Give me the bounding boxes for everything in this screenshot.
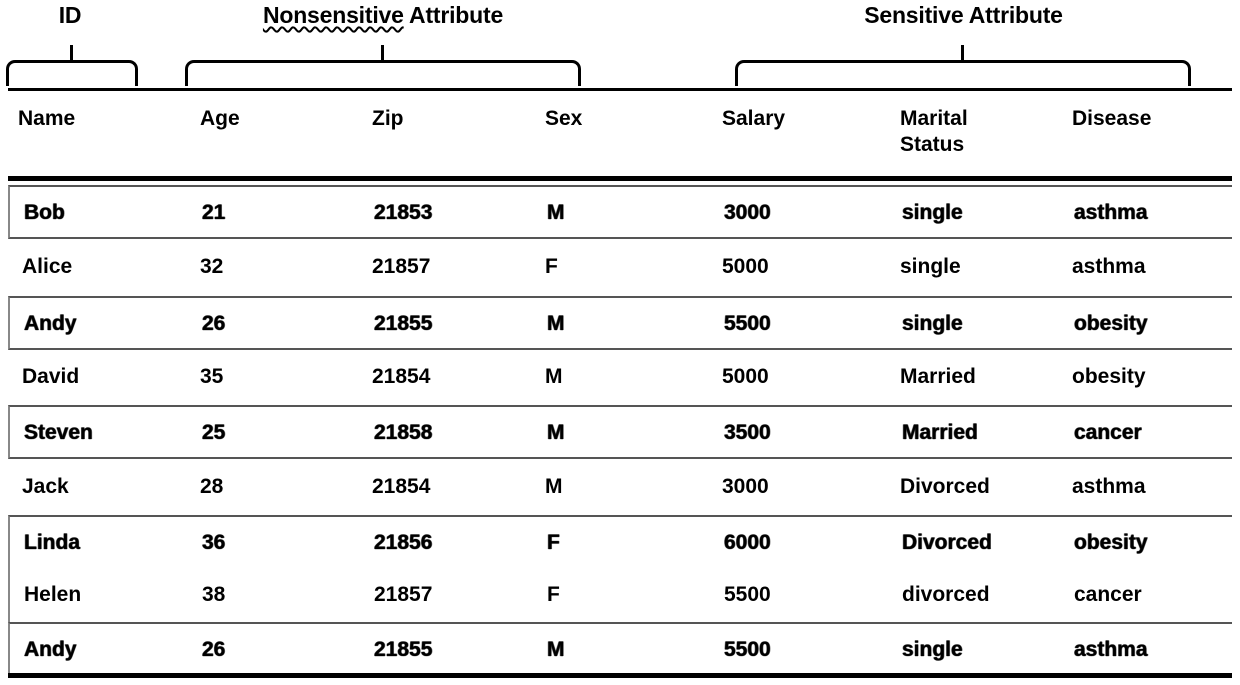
column-header-age: Age — [200, 107, 240, 130]
brace-id — [6, 60, 138, 86]
column-header-salary: Salary — [722, 107, 786, 130]
cell-sex: F — [545, 255, 558, 278]
cell-sex: F — [547, 531, 560, 554]
cell-zip: 21855 — [374, 638, 433, 661]
cell-age: 26 — [202, 312, 226, 335]
table-row[interactable]: Andy 26 21855 M 5500 single obesity — [8, 296, 1232, 350]
cell-salary: 5000 — [722, 255, 769, 278]
table-row[interactable]: David 35 21854 M 5000 Married obesity — [8, 351, 1232, 405]
cell-age: 32 — [200, 255, 224, 278]
cell-salary: 5500 — [724, 638, 771, 661]
cell-marital: divorced — [902, 583, 990, 606]
brace-sensitive — [735, 60, 1191, 86]
column-header-zip: Zip — [372, 107, 404, 130]
column-header-marital: Marital Status — [900, 107, 968, 156]
cell-disease: cancer — [1074, 421, 1142, 444]
group-label-sensitive-text: Sensitive Attribute — [864, 2, 1063, 28]
group-label-id-text: ID — [58, 2, 82, 28]
table-row[interactable]: Steven 25 21858 M 3500 Married cancer — [8, 405, 1232, 459]
table-row[interactable]: Alice 32 21857 F 5000 single asthma — [8, 241, 1232, 295]
cell-salary: 5000 — [722, 365, 769, 388]
table-row[interactable]: Bob 21 21853 M 3000 single asthma — [8, 185, 1232, 239]
cell-disease: obesity — [1072, 365, 1146, 388]
cell-sex: M — [547, 638, 565, 661]
cell-salary: 5500 — [724, 583, 771, 606]
cell-disease: cancer — [1074, 583, 1142, 606]
cell-sex: M — [545, 475, 563, 498]
cell-marital: Divorced — [902, 531, 992, 554]
cell-name: Andy — [24, 638, 77, 661]
cell-marital: single — [902, 201, 963, 224]
anonymization-table-figure: ID Nonsensitive Attribute Sensitive Attr… — [0, 0, 1240, 685]
column-header-sex: Sex — [545, 107, 583, 130]
column-header-disease: Disease — [1072, 107, 1152, 130]
table-row[interactable]: Linda 36 21856 F 6000 Divorced obesity — [8, 515, 1232, 569]
brace-nonsensitive — [185, 60, 581, 86]
group-label-nonsensitive: Nonsensitive Attribute — [183, 4, 583, 27]
cell-sex: M — [547, 421, 565, 444]
cell-name: Jack — [22, 475, 69, 498]
cell-marital: Married — [902, 421, 978, 444]
brace-tick-nonsensitive — [381, 45, 384, 62]
cell-age: 35 — [200, 365, 224, 388]
cell-name: Andy — [24, 312, 77, 335]
cell-age: 21 — [202, 201, 226, 224]
cell-name: Linda — [24, 531, 80, 554]
table-row[interactable]: Helen 38 21857 F 5500 divorced cancer — [8, 569, 1232, 623]
cell-salary: 6000 — [724, 531, 771, 554]
rule-below-header — [8, 176, 1232, 181]
cell-age: 28 — [200, 475, 224, 498]
cell-name: Helen — [24, 583, 82, 606]
cell-marital: Divorced — [900, 475, 990, 498]
cell-sex: M — [547, 312, 565, 335]
cell-zip: 21853 — [374, 201, 433, 224]
cell-marital: single — [900, 255, 961, 278]
cell-salary: 3000 — [722, 475, 769, 498]
table-row[interactable]: Andy 26 21855 M 5500 single asthma — [8, 622, 1232, 676]
cell-marital: Married — [900, 365, 976, 388]
cell-marital: single — [902, 638, 963, 661]
cell-zip: 21854 — [372, 365, 431, 388]
cell-age: 26 — [202, 638, 226, 661]
table-row[interactable]: Jack 28 21854 M 3000 Divorced asthma — [8, 461, 1232, 515]
group-label-nonsensitive-rest: Attribute — [403, 2, 504, 28]
cell-marital: single — [902, 312, 963, 335]
cell-zip: 21858 — [374, 421, 433, 444]
cell-name: Bob — [24, 201, 65, 224]
column-header-name: Name — [18, 107, 76, 130]
cell-salary: 3000 — [724, 201, 771, 224]
cell-zip: 21857 — [372, 255, 431, 278]
rule-table-bottom — [8, 673, 1232, 678]
cell-zip: 21855 — [374, 312, 433, 335]
cell-disease: asthma — [1072, 475, 1146, 498]
cell-name: David — [22, 365, 80, 388]
rule-under-braces — [8, 88, 1232, 91]
cell-salary: 5500 — [724, 312, 771, 335]
group-label-nonsensitive-underlined: Nonsensitive — [262, 2, 404, 28]
cell-zip: 21857 — [374, 583, 433, 606]
cell-name: Alice — [22, 255, 73, 278]
cell-age: 38 — [202, 583, 226, 606]
cell-sex: F — [547, 583, 560, 606]
cell-disease: asthma — [1074, 201, 1148, 224]
group-label-sensitive: Sensitive Attribute — [735, 4, 1192, 27]
cell-disease: obesity — [1074, 531, 1148, 554]
cell-age: 36 — [202, 531, 226, 554]
cell-salary: 3500 — [724, 421, 771, 444]
cell-age: 25 — [202, 421, 226, 444]
cell-disease: obesity — [1074, 312, 1148, 335]
cell-zip: 21856 — [374, 531, 433, 554]
group-label-id: ID — [0, 4, 140, 27]
brace-tick-sensitive — [961, 45, 964, 62]
cell-disease: asthma — [1072, 255, 1146, 278]
cell-zip: 21854 — [372, 475, 431, 498]
cell-sex: M — [547, 201, 565, 224]
cell-disease: asthma — [1074, 638, 1148, 661]
cell-name: Steven — [24, 421, 93, 444]
brace-tick-id — [70, 45, 73, 62]
cell-sex: M — [545, 365, 563, 388]
